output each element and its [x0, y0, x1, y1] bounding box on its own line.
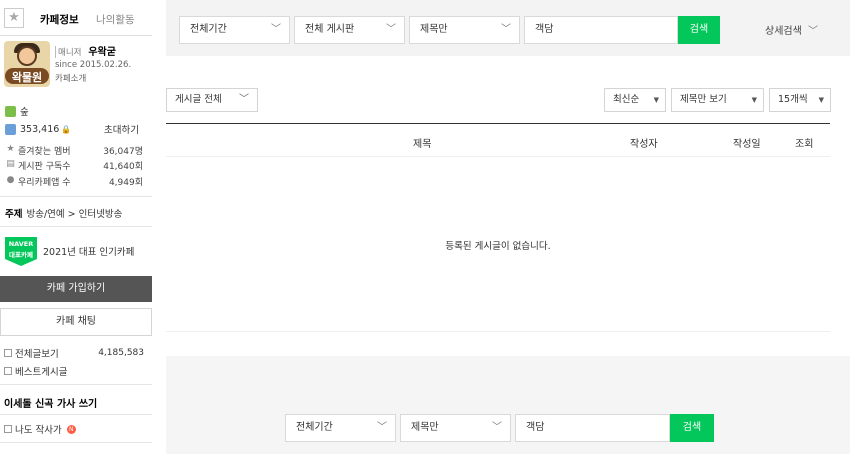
- caret-down-icon: ▼: [751, 96, 757, 104]
- bottom-search-button[interactable]: 검색: [670, 414, 714, 442]
- chevron-down-icon: ﹀: [239, 94, 249, 105]
- favorite-star-icon[interactable]: ★: [4, 8, 24, 28]
- stat-app-count: ● 우리카페앱 수 4,949회: [6, 175, 143, 188]
- stat-favorite-members: ★ 즐겨찾는 멤버 36,047명: [6, 144, 143, 157]
- caret-down-icon: ▼: [818, 96, 824, 104]
- column-date: 작성일: [733, 139, 761, 150]
- per-page-select[interactable]: 15개씩 ▼: [769, 88, 831, 112]
- sidebar-item-all-posts[interactable]: 전체글보기 4,185,583: [4, 346, 144, 360]
- column-author: 작성자: [630, 139, 658, 150]
- search-input[interactable]: 객담: [524, 16, 678, 44]
- member-count[interactable]: 353,416: [20, 124, 59, 135]
- advanced-search-toggle[interactable]: 상세검색 ﹀: [765, 22, 818, 37]
- manager-row: 매니저 우왁굳: [55, 43, 116, 58]
- divider: [0, 442, 152, 443]
- tab-cafe-info[interactable]: 카페정보: [40, 12, 79, 27]
- app-icon: ●: [6, 175, 15, 185]
- tree-icon: [5, 105, 16, 117]
- manager-tag: 매니저: [55, 46, 81, 58]
- divider: [0, 196, 152, 197]
- members-icon: [5, 123, 16, 135]
- cafe-grade-label: 숲: [20, 107, 29, 118]
- board-icon: [4, 425, 12, 433]
- divider: [0, 414, 152, 415]
- sort-select[interactable]: 최신순 ▼: [604, 88, 666, 112]
- caret-down-icon: ▼: [653, 96, 659, 104]
- view-mode-select[interactable]: 제목만 보기 ▼: [671, 88, 764, 112]
- chevron-down-icon: ﹀: [386, 24, 396, 35]
- search-scope-select[interactable]: 제목만 ﹀: [409, 16, 520, 44]
- new-badge-icon: N: [66, 424, 76, 434]
- column-title: 제목: [413, 139, 432, 150]
- period-select[interactable]: 전체기간 ﹀: [179, 16, 290, 44]
- manager-name[interactable]: 우왁굳: [88, 47, 116, 58]
- divider: [0, 226, 152, 227]
- post-filter-select[interactable]: 게시글 전체 ﹀: [166, 88, 258, 112]
- bottom-search-input[interactable]: 객담: [515, 414, 670, 442]
- sidebar-item-me-writer[interactable]: 나도 작사가 N: [4, 422, 144, 436]
- star-icon: ★: [6, 144, 15, 154]
- board-icon: ▤: [6, 159, 15, 169]
- chevron-down-icon: ﹀: [808, 26, 818, 37]
- empty-list-message: 등록된 게시글이 없습니다.: [445, 241, 551, 252]
- popular-cafe-text: 2021년 대표 인기카페: [43, 247, 135, 258]
- board-icon: [4, 349, 12, 357]
- tab-my-activity[interactable]: 나의활동: [96, 12, 135, 27]
- search-bar-bottom: 전체기간 ﹀ 제목만 ﹀ 객담 검색: [166, 356, 850, 454]
- invite-link[interactable]: 초대하기: [104, 122, 139, 136]
- cafe-topic: 주제 방송/연예 > 인터넷방송: [5, 206, 122, 220]
- cafe-intro-link[interactable]: 카페소개: [55, 72, 86, 84]
- cafe-chat-button[interactable]: 카페 채팅: [0, 308, 152, 336]
- cafe-profile-image[interactable]: 왁물원: [4, 41, 50, 87]
- table-bottom-divider: [166, 331, 830, 332]
- bottom-scope-select[interactable]: 제목만 ﹀: [400, 414, 511, 442]
- chevron-down-icon: ﹀: [501, 24, 511, 35]
- bottom-period-select[interactable]: 전체기간 ﹀: [285, 414, 396, 442]
- topic-label: 주제: [5, 209, 23, 220]
- chevron-down-icon: ﹀: [271, 24, 281, 35]
- column-views: 조회: [795, 139, 814, 150]
- cafe-since-date: since 2015.02.26.: [55, 60, 132, 70]
- naver-representative-badge-icon: NAVER 대표카페: [5, 237, 37, 266]
- search-button[interactable]: 검색: [678, 16, 720, 44]
- chevron-down-icon: ﹀: [492, 422, 502, 433]
- cafe-grade: 숲: [5, 104, 29, 118]
- cafe-logo-text: 왁물원: [11, 71, 43, 84]
- member-count-row: 353,416 🔒 초대하기: [5, 122, 147, 136]
- menu-section-title: 이세돌 신곡 가사 쓰기: [4, 399, 98, 410]
- sidebar-tabs: ★ 카페정보 나의활동: [0, 0, 152, 36]
- sidebar-item-best-posts[interactable]: 베스트게시글: [4, 364, 144, 378]
- cafe-sidebar: ★ 카페정보 나의활동 왁물원 매니저 우왁굳 since 2015.02.26…: [0, 0, 152, 454]
- join-cafe-button[interactable]: 카페 가입하기: [0, 276, 152, 302]
- divider: [0, 384, 152, 385]
- search-bar-top: 전체기간 ﹀ 전체 게시판 ﹀ 제목만 ﹀ 객담 검색 상세검색 ﹀: [166, 0, 850, 56]
- lock-icon: 🔒: [61, 124, 72, 134]
- post-table-header: 제목 작성자 작성일 조회: [166, 123, 830, 157]
- board-select[interactable]: 전체 게시판 ﹀: [294, 16, 405, 44]
- stat-board-subscribers: ▤ 게시판 구독수 41,640회: [6, 159, 143, 172]
- board-icon: [4, 367, 12, 375]
- chevron-down-icon: ﹀: [377, 422, 387, 433]
- topic-value: 방송/연예 > 인터넷방송: [26, 209, 123, 220]
